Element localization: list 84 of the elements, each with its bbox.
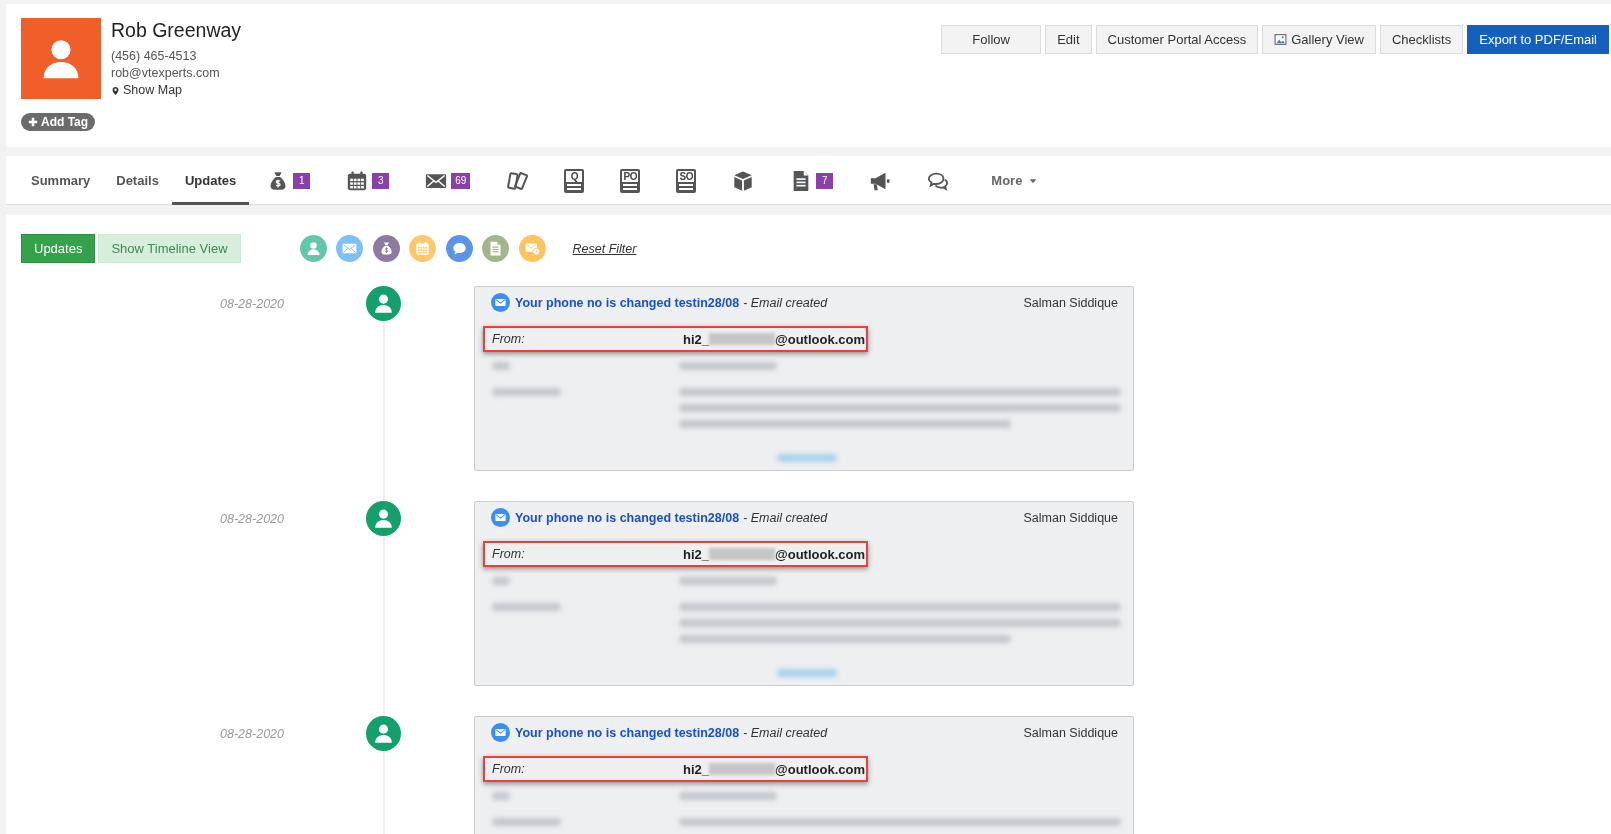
blurred-text — [492, 388, 561, 396]
blurred-text — [492, 362, 510, 370]
update-action: - Email created — [743, 725, 828, 740]
author-name: Salman Siddique — [1023, 510, 1118, 525]
email-prefix: hi2_ — [683, 761, 709, 777]
map-marker-icon — [111, 84, 120, 97]
action-button[interactable]: Gallery View — [1262, 25, 1376, 54]
update-title-link[interactable]: Your phone no is changed testin28/08 — [515, 295, 740, 310]
email-prefix: hi2_ — [683, 546, 709, 562]
module-tab[interactable]: 3 — [328, 156, 408, 205]
module-tab[interactable]: PO — [602, 156, 659, 205]
update-action: - Email created — [743, 510, 828, 525]
action-button[interactable]: Follow — [941, 25, 1042, 54]
action-button[interactable]: Export to PDF/Email — [1467, 25, 1609, 54]
envelope-clock-icon[interactable] — [518, 235, 546, 262]
person-icon[interactable] — [299, 235, 327, 262]
blurred-text — [492, 603, 561, 611]
update-action: - Email created — [743, 295, 828, 310]
reset-filter-link[interactable]: Reset Filter — [572, 241, 637, 256]
view-toggle-button[interactable]: Show Timeline View — [98, 234, 241, 263]
author-name: Salman Siddique — [1023, 295, 1118, 310]
calendar-icon — [346, 169, 369, 192]
show-map-link[interactable]: Show Map — [111, 82, 183, 99]
count-badge: 3 — [372, 172, 390, 189]
envelope-icon — [491, 723, 510, 742]
person-avatar-icon — [21, 18, 101, 99]
more-menu-tab[interactable]: More — [967, 156, 1062, 205]
envelope-icon[interactable] — [336, 235, 363, 262]
envelope-icon — [491, 508, 510, 527]
module-tab[interactable]: 1 — [249, 156, 329, 205]
update-title-link[interactable]: Your phone no is changed testin28/08 — [515, 725, 740, 740]
count-badge: 1 — [293, 172, 311, 189]
entry-date: 08-28-2020 — [219, 726, 284, 742]
blurred-text — [777, 669, 837, 677]
blurred-text — [709, 333, 775, 345]
module-tab[interactable]: 69 — [407, 156, 489, 205]
entry-date: 08-28-2020 — [219, 296, 284, 312]
blurred-text — [492, 792, 510, 800]
chat-bubble-icon[interactable] — [445, 235, 473, 262]
add-tag-button[interactable]: Add Tag — [21, 113, 96, 131]
person-avatar-icon — [366, 286, 401, 321]
document-icon: Q — [564, 168, 585, 193]
person-avatar-icon — [366, 716, 401, 751]
module-tab[interactable]: SO — [658, 156, 715, 205]
email-domain: @outlook.com — [775, 546, 865, 562]
blurred-text — [492, 577, 510, 585]
tab[interactable]: Updates — [171, 156, 250, 205]
count-badge: 7 — [816, 172, 834, 189]
email-domain: @outlook.com — [775, 331, 865, 347]
money-bag-icon[interactable] — [372, 235, 400, 262]
tab[interactable]: Details — [103, 156, 172, 205]
entry-date: 08-28-2020 — [219, 511, 284, 527]
email-prefix: hi2_ — [683, 331, 709, 347]
action-button[interactable]: Customer Portal Access — [1095, 25, 1259, 54]
envelope-icon — [491, 293, 510, 312]
author-name: Salman Siddique — [1023, 725, 1118, 740]
action-button[interactable]: Checklists — [1380, 25, 1464, 54]
calendar-icon[interactable] — [409, 235, 436, 262]
from-label: From: — [492, 762, 526, 776]
plus-icon — [28, 117, 38, 127]
module-tab[interactable]: Q — [546, 156, 603, 205]
box-icon — [732, 169, 755, 192]
update-title-link[interactable]: Your phone no is changed testin28/08 — [515, 510, 740, 525]
action-button[interactable]: Edit — [1045, 25, 1092, 54]
phone-number: (456) 465-4513 — [111, 48, 198, 65]
blurred-text — [492, 818, 561, 826]
blurred-text — [709, 548, 775, 560]
count-badge: 69 — [451, 172, 471, 189]
tickets-icon — [506, 169, 529, 192]
blurred-text — [709, 763, 775, 775]
email-domain: @outlook.com — [775, 761, 865, 777]
tab[interactable]: Summary — [18, 156, 104, 205]
document-icon[interactable] — [482, 235, 509, 262]
contact-name: Rob Greenway — [111, 18, 242, 42]
email-address: rob@vtexperts.com — [111, 65, 221, 82]
document-icon: SO — [676, 168, 697, 193]
person-avatar-icon — [366, 501, 401, 536]
module-tab[interactable]: 7 — [772, 156, 852, 205]
blurred-text — [777, 454, 837, 462]
picture-icon — [1274, 33, 1288, 46]
caret-icon — [1029, 176, 1038, 185]
document-icon: PO — [620, 168, 641, 193]
from-label: From: — [492, 332, 526, 346]
from-label: From: — [492, 547, 526, 561]
